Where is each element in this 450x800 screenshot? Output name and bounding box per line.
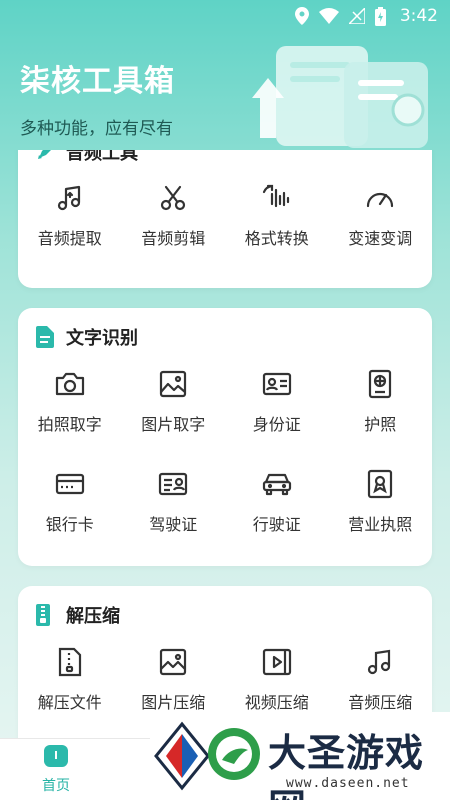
- tool-label: 护照: [364, 415, 397, 434]
- tool-passport[interactable]: 护照: [329, 352, 433, 452]
- watermark-url: www.daseen.net: [286, 776, 410, 791]
- tool-label: 拍照取字: [37, 415, 102, 434]
- tool-label: 音频提取: [37, 229, 102, 248]
- pen-tool-icon: [36, 150, 56, 163]
- waveform-convert-icon: [262, 183, 292, 213]
- tool-label: 银行卡: [45, 515, 94, 534]
- tool-label: 驾驶证: [149, 515, 198, 534]
- tool-format-convert[interactable]: 格式转换: [225, 166, 329, 266]
- status-time: 3:42: [399, 6, 438, 26]
- tool-business-license[interactable]: 营业执照: [329, 452, 433, 552]
- wifi-icon: [318, 8, 339, 24]
- section-title: 音频工具: [66, 150, 138, 164]
- id-card-icon: [262, 369, 292, 399]
- passport-icon: [365, 369, 395, 399]
- tool-speed-pitch[interactable]: 变速变调: [329, 166, 433, 266]
- section-text-recognition: 文字识别 拍照取字 图片取字 身份证 护照 银行卡 驾驶证 行驶证 营业执照: [18, 308, 432, 566]
- tool-photo-ocr[interactable]: 拍照取字: [18, 352, 122, 452]
- music-compress-icon: [365, 647, 395, 677]
- zip-file-icon: [55, 647, 85, 677]
- tool-label: 行驶证: [252, 515, 301, 534]
- tool-image-ocr[interactable]: 图片取字: [122, 352, 226, 452]
- tool-bank-card[interactable]: 银行卡: [18, 452, 122, 552]
- tool-label: 音频压缩: [348, 693, 413, 712]
- car-icon: [262, 469, 292, 499]
- app-header: 柒核工具箱 多种功能，应有尽有: [20, 56, 175, 139]
- site-watermark: 大圣游戏网 www.daseen.net: [150, 712, 450, 800]
- nav-home-tab[interactable]: 首页: [20, 745, 92, 795]
- tool-list[interactable]: 音频工具 音频提取 音频剪辑 格式转换 变速变调 文字识别 拍照取字 图片取字 …: [0, 150, 450, 738]
- tool-label: 变速变调: [348, 229, 413, 248]
- section-audio-tools: 音频工具 音频提取 音频剪辑 格式转换 变速变调: [18, 150, 432, 288]
- video-compress-icon: [262, 647, 292, 677]
- tool-label: 图片压缩: [141, 693, 206, 712]
- tool-id-card[interactable]: 身份证: [225, 352, 329, 452]
- section-title: 文字识别: [66, 328, 138, 349]
- tool-label: 图片取字: [141, 415, 206, 434]
- nav-home-label: 首页: [42, 778, 70, 794]
- document-icon: [36, 326, 56, 348]
- tool-audio-cut[interactable]: 音频剪辑: [122, 166, 226, 266]
- section-header: 解压缩: [18, 586, 432, 630]
- image-compress-icon: [158, 647, 188, 677]
- watermark-logo: [154, 720, 210, 796]
- section-header: 音频工具: [18, 150, 432, 164]
- app-subtitle: 多种功能，应有尽有: [20, 119, 173, 139]
- zip-folder-icon: [36, 604, 56, 626]
- location-icon: [294, 7, 309, 25]
- image-icon: [158, 369, 188, 399]
- header-illustration: [248, 38, 438, 148]
- tool-label: 营业执照: [348, 515, 413, 534]
- tool-label: 解压文件: [37, 693, 102, 712]
- status-bar: 3:42: [0, 0, 450, 32]
- section-header: 文字识别: [18, 308, 432, 352]
- home-icon: [44, 745, 68, 771]
- business-license-icon: [365, 469, 395, 499]
- camera-icon: [55, 369, 85, 399]
- scissors-icon: [158, 183, 188, 213]
- section-title: 解压缩: [66, 606, 120, 627]
- bank-card-icon: [55, 469, 85, 499]
- tool-driver-license[interactable]: 驾驶证: [122, 452, 226, 552]
- tool-unzip-file[interactable]: 解压文件: [18, 630, 122, 730]
- tool-label: 格式转换: [244, 229, 309, 248]
- speedometer-icon: [365, 183, 395, 213]
- tool-vehicle-license[interactable]: 行驶证: [225, 452, 329, 552]
- tool-label: 音频剪辑: [141, 229, 206, 248]
- no-signal-icon: [348, 8, 365, 24]
- watermark-globe: [206, 726, 262, 786]
- battery-icon: [374, 6, 386, 26]
- tool-audio-extract[interactable]: 音频提取: [18, 166, 122, 266]
- music-note-icon: [55, 183, 85, 213]
- app-title: 柒核工具箱: [20, 64, 175, 99]
- tool-label: 视频压缩: [244, 693, 309, 712]
- tool-label: 身份证: [252, 415, 301, 434]
- driver-license-icon: [158, 469, 188, 499]
